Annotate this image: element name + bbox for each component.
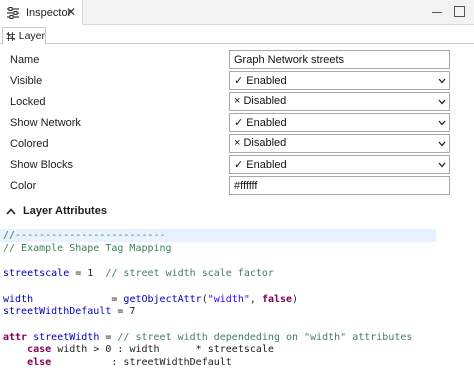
colored-dropdown[interactable]: × Disabled xyxy=(229,134,450,153)
code-token: //------------------------- xyxy=(3,230,166,241)
code-token: streetWidth xyxy=(33,331,100,343)
property-row-visible: Visible ✓ Enabled xyxy=(0,71,474,92)
property-label: Name xyxy=(10,54,40,66)
section-title: Layer Attributes xyxy=(23,205,107,217)
code-token: = xyxy=(33,293,124,305)
property-label: Locked xyxy=(10,96,46,108)
view-title: Inspector xyxy=(26,6,72,19)
visible-dropdown[interactable]: ✓ Enabled xyxy=(229,71,450,90)
chevron-down-icon xyxy=(438,141,446,147)
code-token: // street width dependeding on "width" a… xyxy=(117,331,413,343)
maximize-icon[interactable] xyxy=(452,4,468,20)
property-label: Color xyxy=(10,180,37,192)
property-label: Show Network xyxy=(10,117,81,129)
code-token: = 1 xyxy=(69,268,106,280)
code-line: streetscale = 1 // street width scale fa… xyxy=(3,267,274,280)
inspector-view-tab[interactable]: Inspector ✕ xyxy=(0,0,83,25)
color-input[interactable] xyxy=(229,176,450,195)
property-label: Visible xyxy=(10,75,43,87)
inspector-icon xyxy=(7,6,19,19)
chevron-down-icon xyxy=(438,120,446,126)
property-row-colored: Colored × Disabled xyxy=(0,134,474,155)
code-token: // Example Shape Tag Mapping xyxy=(3,242,172,254)
code-line: case width > 0 : width * streetscale xyxy=(3,343,274,356)
code-token: : streetWidthDefault xyxy=(51,357,232,368)
code-token: // street width scale factor xyxy=(105,268,274,280)
code-token: width > 0 : width * streetscale xyxy=(51,344,274,356)
property-row-show-network: Show Network ✓ Enabled xyxy=(0,113,474,134)
tab-layer-label: Layer xyxy=(18,30,45,42)
code-token: streetscale xyxy=(3,268,70,280)
property-row-name: Name xyxy=(0,50,474,71)
code-line: width = getObjectAttr("width", false) xyxy=(3,293,298,306)
code-token: case xyxy=(27,344,52,356)
chevron-down-icon xyxy=(438,162,446,168)
code-token: = xyxy=(99,331,118,343)
code-token: = 7 xyxy=(111,306,136,318)
layer-attributes-code-editor[interactable]: //-------------------------// Example Sh… xyxy=(0,227,474,379)
show-blocks-dropdown[interactable]: ✓ Enabled xyxy=(229,155,450,174)
code-line: streetWidthDefault = 7 xyxy=(3,305,135,318)
code-token: false xyxy=(261,293,293,305)
dropdown-value: ✓ Enabled xyxy=(234,117,287,129)
code-line: // Example Shape Tag Mapping xyxy=(3,242,172,255)
chevron-down-icon xyxy=(438,99,446,105)
tab-layer[interactable]: Layer xyxy=(2,27,46,45)
locked-dropdown[interactable]: × Disabled xyxy=(229,92,450,111)
property-row-locked: Locked × Disabled xyxy=(0,92,474,113)
inspector-tab-bar: Layer xyxy=(0,25,474,45)
code-token: , xyxy=(249,293,262,305)
name-input[interactable] xyxy=(229,50,450,69)
dropdown-value: ✓ Enabled xyxy=(234,75,287,87)
code-token: width xyxy=(3,293,34,305)
property-label: Colored xyxy=(10,138,49,150)
minimize-icon[interactable] xyxy=(430,4,446,20)
code-token: attr xyxy=(3,331,34,343)
property-row-show-blocks: Show Blocks ✓ Enabled xyxy=(0,155,474,176)
view-title-bar: Inspector ✕ xyxy=(0,0,474,25)
show-network-dropdown[interactable]: ✓ Enabled xyxy=(229,113,450,132)
code-line: //------------------------- xyxy=(0,229,436,242)
code-line: attr streetWidth = // street width depen… xyxy=(3,331,412,344)
code-token: "width" xyxy=(207,293,250,305)
chevron-up-icon[interactable] xyxy=(6,208,16,215)
code-token: else xyxy=(27,357,52,368)
layer-network-icon xyxy=(6,31,16,41)
dropdown-value: × Disabled xyxy=(234,137,287,149)
code-token: getObjectAttr xyxy=(123,293,202,305)
layer-attributes-section-header[interactable]: Layer Attributes xyxy=(0,202,474,222)
code-line: else : streetWidthDefault xyxy=(3,356,232,369)
property-row-color: Color xyxy=(0,176,474,197)
property-label: Show Blocks xyxy=(10,159,73,171)
code-token: ) xyxy=(292,293,299,305)
close-icon[interactable]: ✕ xyxy=(66,5,76,19)
dropdown-value: × Disabled xyxy=(234,95,287,107)
dropdown-value: ✓ Enabled xyxy=(234,159,287,171)
code-token: streetWidthDefault xyxy=(3,306,112,318)
chevron-down-icon xyxy=(438,78,446,84)
